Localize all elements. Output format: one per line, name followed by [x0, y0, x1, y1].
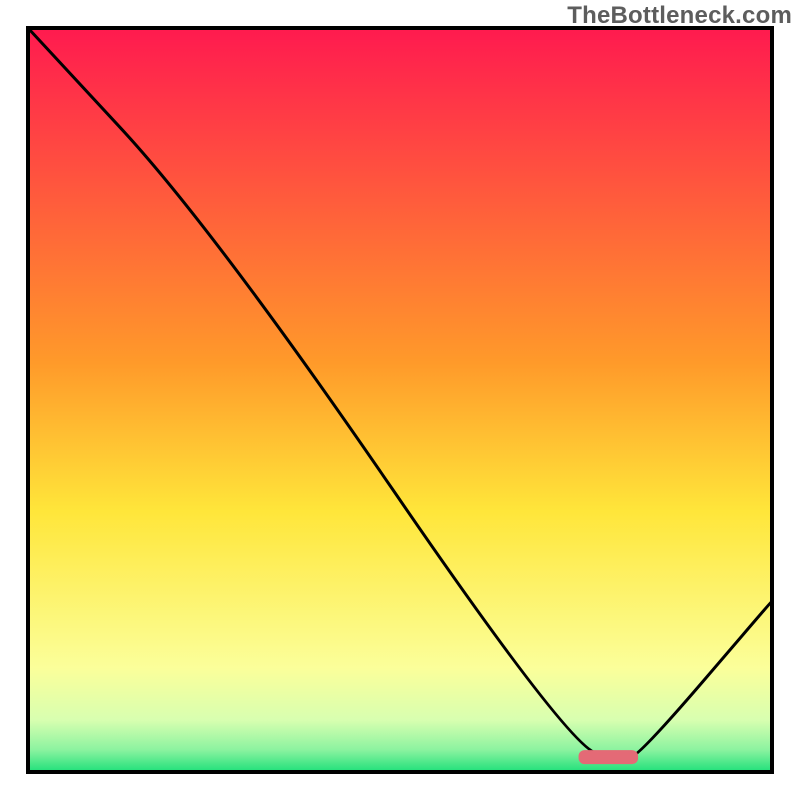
plot-background — [28, 28, 772, 772]
sweet-spot-marker — [579, 750, 639, 764]
bottleneck-chart — [0, 0, 800, 800]
chart-container: TheBottleneck.com — [0, 0, 800, 800]
